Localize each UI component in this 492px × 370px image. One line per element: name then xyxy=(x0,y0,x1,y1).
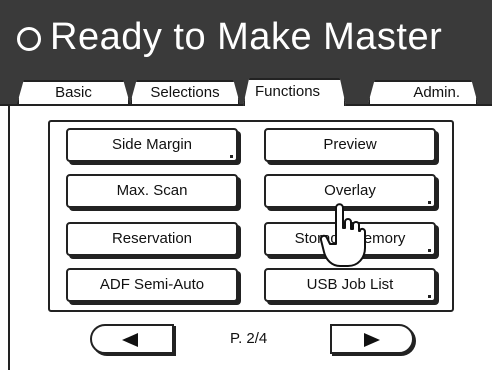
adf-semi-auto-button[interactable]: ADF Semi-Auto xyxy=(66,268,238,302)
ring-icon xyxy=(17,27,41,51)
storage-memory-button[interactable]: Storage Memory xyxy=(264,222,436,256)
max-scan-button[interactable]: Max. Scan xyxy=(66,174,238,208)
submenu-indicator-icon xyxy=(428,249,431,252)
right-triangle-icon xyxy=(364,333,380,347)
previous-page-button[interactable] xyxy=(90,324,174,354)
content-left-border xyxy=(8,104,10,370)
tab-functions[interactable]: Functions xyxy=(243,78,346,106)
tab-functions-label: Functions xyxy=(255,83,321,100)
overlay-label: Overlay xyxy=(324,182,376,199)
tab-selections-label: Selections xyxy=(150,84,220,101)
tab-admin-label: Admin. xyxy=(413,84,460,101)
reservation-button[interactable]: Reservation xyxy=(66,222,238,256)
overlay-button[interactable]: Overlay xyxy=(264,174,436,208)
tab-basic-label: Basic xyxy=(55,84,92,101)
reservation-label: Reservation xyxy=(111,230,193,247)
left-triangle-icon xyxy=(122,333,138,347)
submenu-indicator-icon xyxy=(428,201,431,204)
storage-memory-label: Storage Memory xyxy=(294,230,406,247)
page-title: Ready to Make Master xyxy=(50,16,443,58)
usb-job-list-button[interactable]: USB Job List xyxy=(264,268,436,302)
submenu-indicator-icon xyxy=(230,155,233,158)
tab-selections[interactable]: Selections xyxy=(130,80,240,104)
side-margin-label: Side Margin xyxy=(111,136,193,153)
usb-job-list-label: USB Job List xyxy=(306,276,394,293)
next-page-button[interactable] xyxy=(330,324,414,354)
tab-basic[interactable]: Basic xyxy=(17,80,130,104)
tab-admin[interactable]: Admin. xyxy=(368,80,478,104)
max-scan-label: Max. Scan xyxy=(116,182,188,199)
side-margin-button[interactable]: Side Margin xyxy=(66,128,238,162)
page-indicator: P. 2/4 xyxy=(230,330,268,347)
preview-button[interactable]: Preview xyxy=(264,128,436,162)
adf-semi-auto-label: ADF Semi-Auto xyxy=(99,276,205,293)
preview-label: Preview xyxy=(323,136,377,153)
submenu-indicator-icon xyxy=(428,295,431,298)
